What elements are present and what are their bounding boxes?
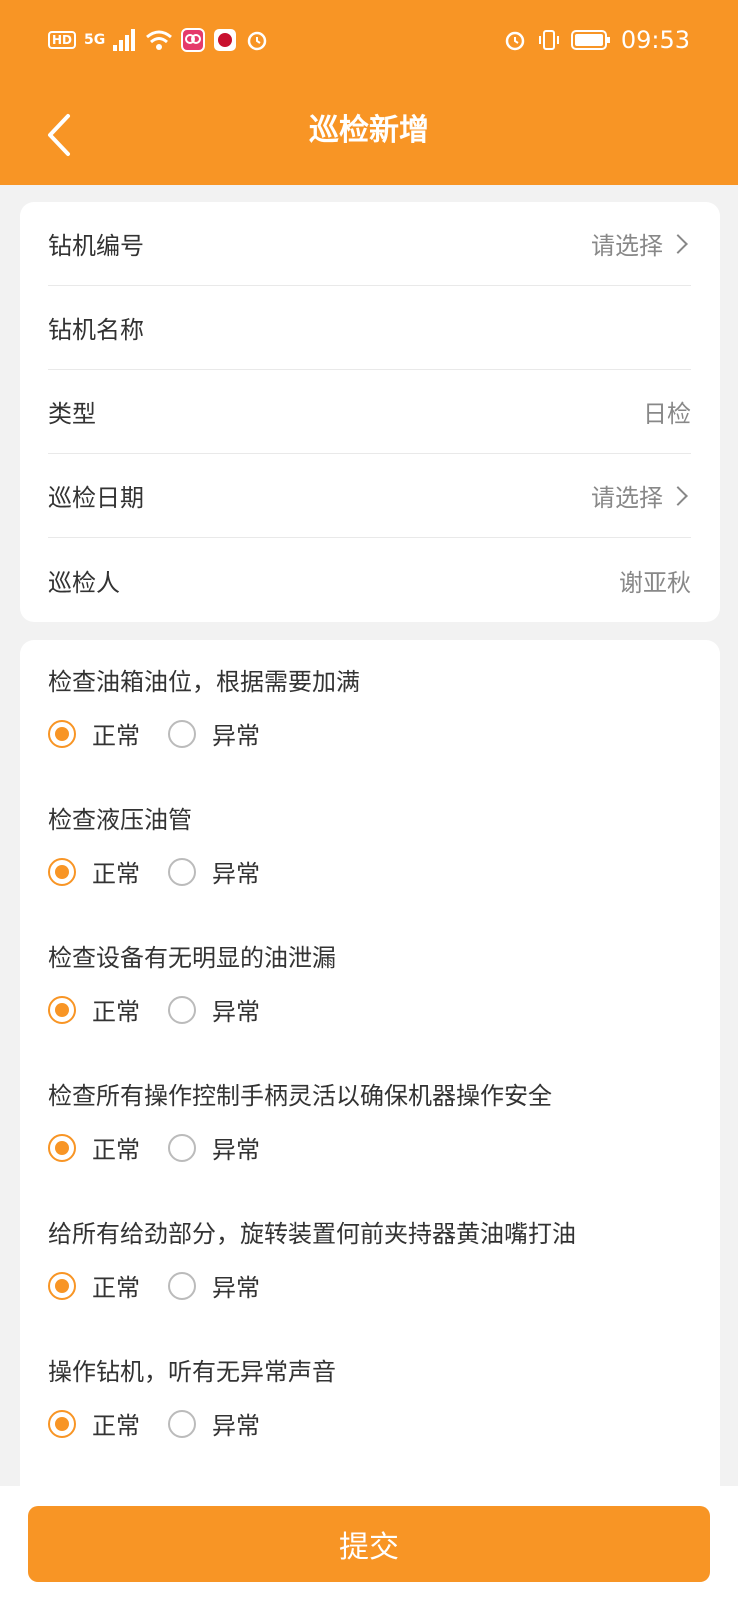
bank-app-icon xyxy=(214,29,237,51)
checklist-item: 给所有给劲部分，旋转装置何前夹持器黄油嘴打油 正常 异常 xyxy=(48,1192,691,1332)
checklist-item: 检查油箱油位，根据需要加满 正常 异常 xyxy=(48,640,691,780)
radio-option-abnormal[interactable]: 异常 xyxy=(168,992,260,1027)
radio-option-abnormal[interactable]: 异常 xyxy=(168,854,260,889)
radio-group: 正常 异常 xyxy=(48,1406,260,1441)
radio-option-normal[interactable]: 正常 xyxy=(48,854,140,889)
chevron-right-icon xyxy=(668,485,688,506)
radio-button-unchecked[interactable] xyxy=(168,1133,196,1162)
form-row-inspection-date[interactable]: 巡检日期 请选择 xyxy=(48,454,691,538)
checklist-item: 检查设备有无明显的油泄漏 正常 异常 xyxy=(48,916,691,1056)
app-notification-icon xyxy=(181,28,206,52)
vibrate-icon xyxy=(538,30,559,50)
radio-option-normal[interactable]: 正常 xyxy=(48,1130,140,1165)
radio-option-abnormal[interactable]: 异常 xyxy=(168,1268,260,1303)
radio-label: 异常 xyxy=(212,1136,260,1164)
form-row-label: 巡检日期 xyxy=(48,484,144,512)
chevron-right-icon xyxy=(668,233,688,254)
checklist-card: 检查油箱油位，根据需要加满 正常 异常 检查液压油管 正常 异常 检查设备有无明… xyxy=(20,640,720,1500)
checklist-question: 检查所有操作控制手柄灵活以确保机器操作安全 xyxy=(48,1082,552,1110)
radio-option-normal[interactable]: 正常 xyxy=(48,1406,140,1441)
radio-option-normal[interactable]: 正常 xyxy=(48,1268,140,1303)
radio-button-checked[interactable] xyxy=(48,719,76,748)
form-row-rig-number[interactable]: 钻机编号 请选择 xyxy=(48,202,691,286)
checklist-item: 检查液压油管 正常 异常 xyxy=(48,778,691,918)
radio-button-unchecked[interactable] xyxy=(168,719,196,748)
checklist-question: 检查液压油管 xyxy=(48,806,192,834)
hd-badge: HD xyxy=(48,31,77,49)
form-row-label: 钻机编号 xyxy=(48,232,144,260)
date-picker-text: 请选择 xyxy=(591,484,663,512)
form-row-label: 巡检人 xyxy=(48,568,120,597)
form-row-value: 请选择 xyxy=(591,478,691,513)
submit-button[interactable]: 提交 xyxy=(28,1506,710,1582)
wifi-icon xyxy=(146,30,173,50)
form-row-value: 请选择 xyxy=(591,226,691,261)
checklist-question: 操作钻机，听有无异常声音 xyxy=(48,1358,336,1386)
basic-info-card: 钻机编号 请选择 钻机名称 类型 日检 巡检日期 请选择 巡检人 谢亚秋 xyxy=(20,202,720,622)
page-title: 巡检新增 xyxy=(309,113,429,148)
form-row-label: 钻机名称 xyxy=(48,316,144,344)
form-row-label: 类型 xyxy=(48,400,96,428)
radio-option-abnormal[interactable]: 异常 xyxy=(168,1406,260,1441)
radio-button-checked[interactable] xyxy=(48,1409,76,1438)
checklist-item: 操作钻机，听有无异常声音 正常 异常 xyxy=(48,1330,691,1470)
radio-button-checked[interactable] xyxy=(48,1271,76,1300)
checklist-item: 检查所有操作控制手柄灵活以确保机器操作安全 正常 异常 xyxy=(48,1054,691,1194)
form-row-type: 类型 日检 xyxy=(48,370,691,454)
checklist-question: 检查设备有无明显的油泄漏 xyxy=(48,944,336,972)
radio-label: 异常 xyxy=(212,1274,260,1302)
app-header: HD 5G 09:53 巡检新增 xyxy=(0,0,738,185)
form-row-value: 日检 xyxy=(643,400,691,428)
radio-label: 正常 xyxy=(92,860,140,888)
checklist-question: 检查油箱油位，根据需要加满 xyxy=(48,668,360,696)
battery-icon xyxy=(570,30,610,50)
status-bar: HD 5G 09:53 xyxy=(0,22,738,62)
status-time: 09:53 xyxy=(620,26,690,54)
alarm-clock-icon xyxy=(505,31,525,51)
radio-label: 正常 xyxy=(92,1412,140,1440)
network-badge: 5G xyxy=(84,32,106,48)
radio-label: 异常 xyxy=(212,860,260,888)
radio-label: 正常 xyxy=(92,722,140,750)
radio-option-normal[interactable]: 正常 xyxy=(48,716,140,751)
radio-button-unchecked[interactable] xyxy=(168,1271,196,1300)
form-row-value: 谢亚秋 xyxy=(619,568,691,597)
radio-label: 正常 xyxy=(92,998,140,1026)
radio-group: 正常 异常 xyxy=(48,1130,260,1165)
radio-label: 异常 xyxy=(212,1412,260,1440)
alarm-icon xyxy=(248,31,267,51)
radio-label: 异常 xyxy=(212,722,260,750)
radio-group: 正常 异常 xyxy=(48,854,260,889)
radio-button-checked[interactable] xyxy=(48,857,76,886)
signal-icon xyxy=(113,29,136,51)
form-row-rig-name: 钻机名称 xyxy=(48,286,691,370)
radio-option-abnormal[interactable]: 异常 xyxy=(168,716,260,751)
radio-label: 正常 xyxy=(92,1136,140,1164)
radio-label: 异常 xyxy=(212,998,260,1026)
radio-button-checked[interactable] xyxy=(48,995,76,1024)
form-row-inspector: 巡检人 谢亚秋 xyxy=(48,538,691,622)
rig-number-picker-text: 请选择 xyxy=(591,232,663,260)
radio-button-unchecked[interactable] xyxy=(168,857,196,886)
radio-group: 正常 异常 xyxy=(48,992,260,1027)
radio-group: 正常 异常 xyxy=(48,1268,260,1303)
radio-group: 正常 异常 xyxy=(48,716,260,751)
radio-option-normal[interactable]: 正常 xyxy=(48,992,140,1027)
radio-label: 正常 xyxy=(92,1274,140,1302)
radio-button-unchecked[interactable] xyxy=(168,1409,196,1438)
footer-bar: 提交 xyxy=(0,1486,738,1600)
radio-button-unchecked[interactable] xyxy=(168,995,196,1024)
radio-option-abnormal[interactable]: 异常 xyxy=(168,1130,260,1165)
radio-button-checked[interactable] xyxy=(48,1133,76,1162)
checklist-question: 给所有给劲部分，旋转装置何前夹持器黄油嘴打油 xyxy=(48,1220,576,1248)
